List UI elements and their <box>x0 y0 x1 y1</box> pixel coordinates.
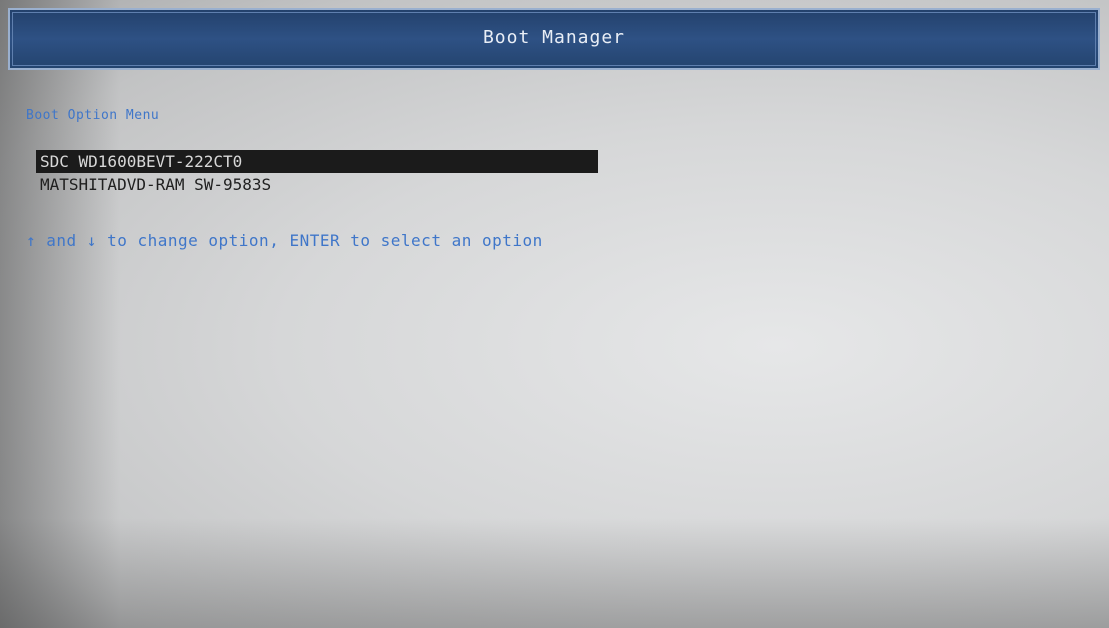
screen-vignette-left <box>0 0 120 628</box>
boot-option-dvd[interactable]: MATSHITADVD-RAM SW-9583S <box>36 173 598 196</box>
boot-screen: Boot Manager Boot Option Menu SDC WD1600… <box>0 0 1109 628</box>
title-bar: Boot Manager <box>8 8 1100 70</box>
navigation-hint: ↑ and ↓ to change option, ENTER to selec… <box>26 231 543 250</box>
window-title: Boot Manager <box>482 27 626 48</box>
menu-heading: Boot Option Menu <box>26 108 160 123</box>
boot-option-list: SDC WD1600BEVT-222CT0 MATSHITADVD-RAM SW… <box>36 150 598 196</box>
screen-vignette-bottom <box>0 518 1109 628</box>
boot-option-hdd[interactable]: SDC WD1600BEVT-222CT0 <box>36 150 598 173</box>
